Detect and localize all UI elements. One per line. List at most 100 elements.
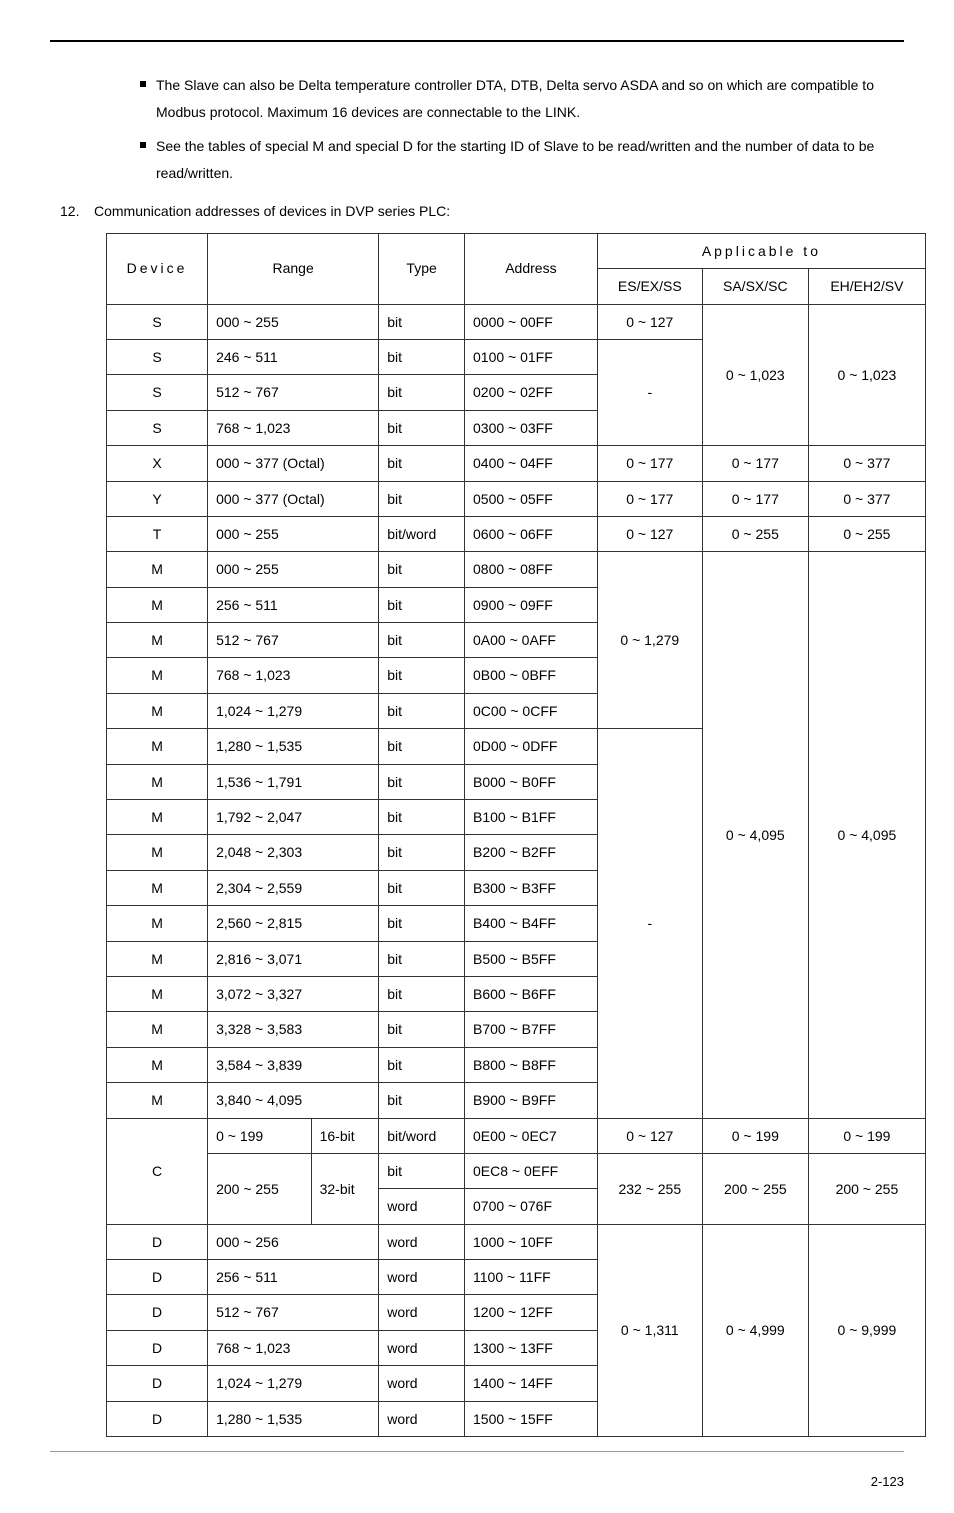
bullet-item: The Slave can also be Delta temperature … (140, 72, 904, 125)
col-applicable: Applicable to (597, 233, 925, 268)
cell-es: 0 ~ 127 (597, 1118, 702, 1153)
cell-type: bit (379, 729, 465, 764)
cell-range: 3,840 ~ 4,095 (208, 1083, 379, 1118)
cell-type: bit (379, 835, 465, 870)
table-row: 200 ~ 255 32-bit bit 0EC8 ~ 0EFF 232 ~ 2… (107, 1153, 926, 1188)
cell-type: bit (379, 1047, 465, 1082)
col-device: Device (107, 233, 208, 304)
cell-range: 256 ~ 511 (208, 1260, 379, 1295)
cell-address: B100 ~ B1FF (465, 800, 598, 835)
bullet-text: See the tables of special M and special … (156, 138, 874, 181)
cell-device: M (107, 1047, 208, 1082)
cell-address: B500 ~ B5FF (465, 941, 598, 976)
device-address-table: Device Range Type Address Applicable to … (106, 233, 926, 1437)
cell-es: 0 ~ 177 (597, 446, 702, 481)
cell-address: 1300 ~ 13FF (465, 1330, 598, 1365)
cell-range: 000 ~ 377 (Octal) (208, 446, 379, 481)
cell-es: 0 ~ 177 (597, 481, 702, 516)
cell-sa: 0 ~ 199 (702, 1118, 808, 1153)
cell-address: 1400 ~ 14FF (465, 1366, 598, 1401)
cell-range: 512 ~ 767 (208, 1295, 379, 1330)
table-row: T 000 ~ 255 bit/word 0600 ~ 06FF 0 ~ 127… (107, 516, 926, 551)
cell-type: bit (379, 800, 465, 835)
cell-type: word (379, 1260, 465, 1295)
cell-range: 768 ~ 1,023 (208, 658, 379, 693)
bullet-item: See the tables of special M and special … (140, 133, 904, 186)
cell-device: D (107, 1224, 208, 1259)
cell-address: 0400 ~ 04FF (465, 446, 598, 481)
cell-device: M (107, 552, 208, 587)
cell-range: 768 ~ 1,023 (208, 1330, 379, 1365)
cell-range: 000 ~ 255 (208, 552, 379, 587)
col-type: Type (379, 233, 465, 304)
cell-type: word (379, 1224, 465, 1259)
cell-address: B900 ~ B9FF (465, 1083, 598, 1118)
cell-range: 1,024 ~ 1,279 (208, 693, 379, 728)
col-es: ES/EX/SS (597, 269, 702, 304)
cell-device: M (107, 764, 208, 799)
col-range: Range (208, 233, 379, 304)
cell-device: M (107, 693, 208, 728)
cell-eh: 0 ~ 9,999 (808, 1224, 925, 1436)
cell-range: 3,072 ~ 3,327 (208, 976, 379, 1011)
cell-address: 1100 ~ 11FF (465, 1260, 598, 1295)
cell-address: 0000 ~ 00FF (465, 304, 598, 339)
cell-type: bit (379, 976, 465, 1011)
cell-type: word (379, 1189, 465, 1224)
cell-type: bit (379, 552, 465, 587)
cell-eh: 0 ~ 199 (808, 1118, 925, 1153)
cell-range: 200 ~ 255 (208, 1153, 312, 1224)
cell-sa: 0 ~ 4,999 (702, 1224, 808, 1436)
col-eh: EH/EH2/SV (808, 269, 925, 304)
cell-address: B700 ~ B7FF (465, 1012, 598, 1047)
numbered-item: 12. Communication addresses of devices i… (60, 200, 904, 222)
cell-device: D (107, 1366, 208, 1401)
cell-sa: 0 ~ 255 (702, 516, 808, 551)
cell-address: B000 ~ B0FF (465, 764, 598, 799)
cell-es: - (597, 339, 702, 445)
cell-type: bit (379, 693, 465, 728)
cell-type: word (379, 1330, 465, 1365)
cell-address: 0300 ~ 03FF (465, 410, 598, 445)
cell-device: M (107, 906, 208, 941)
cell-type: word (379, 1401, 465, 1436)
cell-address: 1000 ~ 10FF (465, 1224, 598, 1259)
cell-device: M (107, 587, 208, 622)
cell-type: bit (379, 623, 465, 658)
cell-type: bit (379, 1012, 465, 1047)
cell-sa: 0 ~ 4,095 (702, 552, 808, 1118)
square-bullet-icon (140, 81, 146, 87)
cell-eh: 0 ~ 255 (808, 516, 925, 551)
cell-type: bit (379, 658, 465, 693)
cell-address: 0EC8 ~ 0EFF (465, 1153, 598, 1188)
cell-range: 000 ~ 256 (208, 1224, 379, 1259)
cell-device: T (107, 516, 208, 551)
cell-device: M (107, 658, 208, 693)
cell-device: M (107, 1083, 208, 1118)
cell-es: 232 ~ 255 (597, 1153, 702, 1224)
col-address: Address (465, 233, 598, 304)
cell-range: 1,536 ~ 1,791 (208, 764, 379, 799)
cell-sa: 0 ~ 177 (702, 481, 808, 516)
cell-type: bit (379, 481, 465, 516)
cell-device: M (107, 800, 208, 835)
cell-address: 0900 ~ 09FF (465, 587, 598, 622)
cell-es: 0 ~ 1,311 (597, 1224, 702, 1436)
cell-range: 1,792 ~ 2,047 (208, 800, 379, 835)
page-number: 2-123 (50, 1472, 904, 1493)
cell-device: D (107, 1260, 208, 1295)
cell-range: 2,048 ~ 2,303 (208, 835, 379, 870)
cell-eh: 0 ~ 1,023 (808, 304, 925, 446)
cell-device: M (107, 941, 208, 976)
bullet-text: The Slave can also be Delta temperature … (156, 77, 874, 120)
cell-type: bit (379, 1083, 465, 1118)
cell-type: bit (379, 339, 465, 374)
cell-range: 768 ~ 1,023 (208, 410, 379, 445)
cell-range: 000 ~ 255 (208, 304, 379, 339)
cell-type: bit (379, 446, 465, 481)
item-number: 12. (60, 200, 94, 222)
cell-address: 0D00 ~ 0DFF (465, 729, 598, 764)
cell-address: B600 ~ B6FF (465, 976, 598, 1011)
cell-bits: 32-bit (311, 1153, 379, 1224)
cell-device: M (107, 976, 208, 1011)
